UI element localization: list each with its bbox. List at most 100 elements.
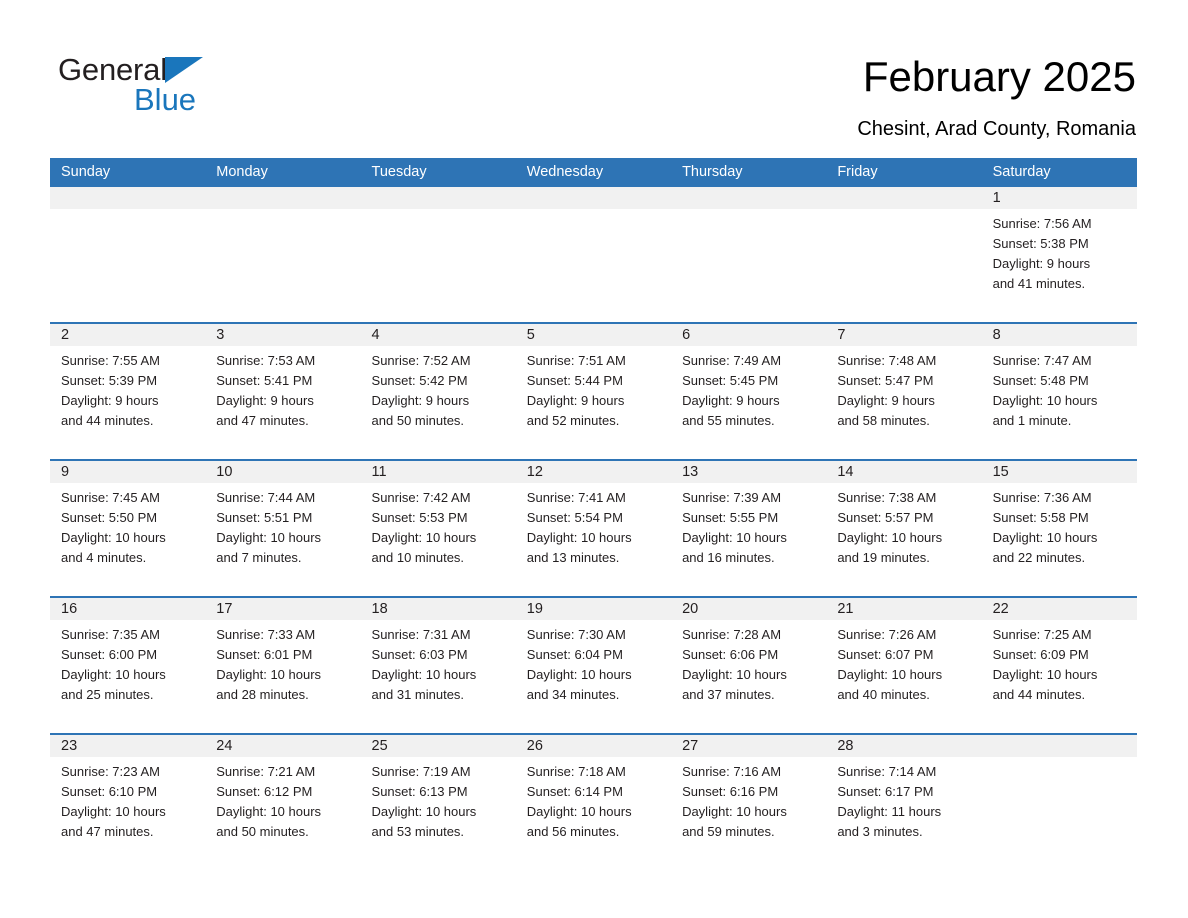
daylight-text-line1: Daylight: 9 hours bbox=[61, 393, 159, 408]
day-number: 3 bbox=[205, 324, 361, 346]
calendar-day-cell[interactable]: 22 Sunrise: 7:25 AM Sunset: 6:09 PM Dayligh… bbox=[981, 598, 1137, 733]
daylight-text-line1: Daylight: 9 hours bbox=[682, 393, 780, 408]
calendar-day-cell[interactable]: 11 Sunrise: 7:42 AM Sunset: 5:53 PM Dayligh… bbox=[360, 461, 516, 596]
calendar-day-cell-empty bbox=[515, 187, 672, 322]
day-number: 21 bbox=[826, 598, 982, 620]
sunset-text: Sunset: 5:44 PM bbox=[526, 373, 623, 388]
daylight-text-line1: Daylight: 9 hours bbox=[216, 393, 314, 408]
daylight-text-line2: and 50 minutes. bbox=[216, 824, 309, 839]
daylight-text-line1: Daylight: 10 hours bbox=[61, 530, 166, 545]
sunset-text: Sunset: 5:50 PM bbox=[61, 510, 158, 525]
calendar-day-cell[interactable]: 15 Sunrise: 7:36 AM Sunset: 5:58 PM Dayligh… bbox=[981, 461, 1137, 596]
sunrise-text: Sunrise: 7:41 AM bbox=[526, 490, 626, 505]
daylight-text-line2: and 56 minutes. bbox=[526, 824, 620, 839]
daylight-text-line2: and 28 minutes. bbox=[216, 687, 309, 702]
calendar-day-cell[interactable]: 6 Sunrise: 7:49 AM Sunset: 5:45 PM Daylight… bbox=[671, 324, 827, 459]
daylight-text-line2: and 55 minutes. bbox=[682, 413, 775, 428]
day-number: 20 bbox=[671, 598, 827, 620]
daylight-text-line2: and 50 minutes. bbox=[371, 413, 465, 428]
sunrise-text: Sunrise: 7:36 AM bbox=[992, 490, 1092, 505]
calendar-week-row: 9 Sunrise: 7:45 AM Sunset: 5:50 PM Daylight… bbox=[50, 459, 1137, 596]
calendar-day-cell[interactable]: 17 Sunrise: 7:33 AM Sunset: 6:01 PM Dayligh… bbox=[205, 598, 361, 733]
sunset-text: Sunset: 5:55 PM bbox=[682, 510, 779, 525]
daylight-text-line1: Daylight: 10 hours bbox=[992, 667, 1098, 682]
sunset-text: Sunset: 6:03 PM bbox=[371, 647, 468, 662]
day-number: 27 bbox=[671, 735, 827, 757]
daylight-text-line1: Daylight: 10 hours bbox=[837, 530, 943, 545]
day-details: Sunrise: 7:38 AM Sunset: 5:57 PM Daylight:… bbox=[826, 483, 981, 568]
calendar-day-cell[interactable]: 24 Sunrise: 7:21 AM Sunset: 6:12 PM Dayligh… bbox=[205, 735, 361, 870]
calendar-day-cell[interactable]: 7 Sunrise: 7:48 AM Sunset: 5:47 PM Daylight… bbox=[826, 324, 982, 459]
day-number bbox=[360, 187, 516, 209]
calendar-day-cell[interactable]: 3 Sunrise: 7:53 AM Sunset: 5:41 PM Daylight… bbox=[205, 324, 361, 459]
calendar-day-cell[interactable]: 27 Sunrise: 7:16 AM Sunset: 6:16 PM Dayligh… bbox=[671, 735, 827, 870]
sunrise-text: Sunrise: 7:44 AM bbox=[216, 490, 316, 505]
sunrise-text: Sunrise: 7:53 AM bbox=[216, 353, 316, 368]
sunrise-text: Sunrise: 7:26 AM bbox=[837, 627, 937, 642]
calendar-day-cell[interactable]: 14 Sunrise: 7:38 AM Sunset: 5:57 PM Dayligh… bbox=[826, 461, 982, 596]
sunrise-text: Sunrise: 7:42 AM bbox=[371, 490, 471, 505]
calendar-week-row: 2 Sunrise: 7:55 AM Sunset: 5:39 PM Daylight… bbox=[50, 322, 1137, 459]
daylight-text-line1: Daylight: 10 hours bbox=[216, 530, 322, 545]
calendar-day-cell[interactable]: 28 Sunrise: 7:14 AM Sunset: 6:17 PM Dayligh… bbox=[826, 735, 982, 870]
day-number: 13 bbox=[671, 461, 827, 483]
calendar-day-cell[interactable]: 25 Sunrise: 7:19 AM Sunset: 6:13 PM Dayligh… bbox=[360, 735, 516, 870]
daylight-text-line2: and 31 minutes. bbox=[371, 687, 465, 702]
calendar-day-cell[interactable]: 20 Sunrise: 7:28 AM Sunset: 6:06 PM Dayligh… bbox=[671, 598, 827, 733]
calendar-day-cell[interactable]: 19 Sunrise: 7:30 AM Sunset: 6:04 PM Dayligh… bbox=[515, 598, 672, 733]
day-number: 14 bbox=[826, 461, 982, 483]
daylight-text-line1: Daylight: 10 hours bbox=[682, 530, 787, 545]
logo-triangle-icon bbox=[164, 57, 203, 83]
day-number: 18 bbox=[360, 598, 516, 620]
calendar-day-cell-empty bbox=[360, 187, 516, 322]
day-number: 2 bbox=[50, 324, 206, 346]
calendar-day-cell[interactable]: 18 Sunrise: 7:31 AM Sunset: 6:03 PM Dayligh… bbox=[360, 598, 516, 733]
daylight-text-line2: and 10 minutes. bbox=[371, 550, 465, 565]
sunset-text: Sunset: 6:10 PM bbox=[61, 784, 158, 799]
calendar-weeks: 1 Sunrise: 7:56 AM Sunset: 5:38 PM Daylight… bbox=[50, 187, 1137, 870]
daylight-text-line2: and 52 minutes. bbox=[526, 413, 620, 428]
calendar-day-cell[interactable]: 4 Sunrise: 7:52 AM Sunset: 5:42 PM Daylight… bbox=[360, 324, 516, 459]
day-details: Sunrise: 7:36 AM Sunset: 5:58 PM Daylight:… bbox=[982, 483, 1137, 568]
daylight-text-line1: Daylight: 10 hours bbox=[526, 667, 632, 682]
calendar-day-cell[interactable]: 5 Sunrise: 7:51 AM Sunset: 5:44 PM Daylight… bbox=[515, 324, 672, 459]
calendar-day-cell[interactable]: 16 Sunrise: 7:35 AM Sunset: 6:00 PM Dayligh… bbox=[50, 598, 206, 733]
sunrise-text: Sunrise: 7:28 AM bbox=[682, 627, 782, 642]
calendar-day-cell[interactable]: 12 Sunrise: 7:41 AM Sunset: 5:54 PM Dayligh… bbox=[515, 461, 672, 596]
calendar-day-cell-empty bbox=[50, 187, 206, 322]
calendar-day-cell[interactable]: 9 Sunrise: 7:45 AM Sunset: 5:50 PM Daylight… bbox=[50, 461, 206, 596]
generalblue-logo[interactable]: General Blue bbox=[58, 52, 318, 122]
sunrise-text: Sunrise: 7:35 AM bbox=[61, 627, 160, 642]
calendar-day-cell[interactable]: 23 Sunrise: 7:23 AM Sunset: 6:10 PM Dayligh… bbox=[50, 735, 206, 870]
calendar-day-cell[interactable]: 13 Sunrise: 7:39 AM Sunset: 5:55 PM Dayligh… bbox=[671, 461, 827, 596]
sunset-text: Sunset: 5:45 PM bbox=[682, 373, 779, 388]
daylight-text-line2: and 3 minutes. bbox=[837, 824, 923, 839]
day-details: Sunrise: 7:52 AM Sunset: 5:42 PM Daylight:… bbox=[361, 346, 516, 431]
day-details: Sunrise: 7:35 AM Sunset: 6:00 PM Daylight:… bbox=[50, 620, 205, 705]
calendar-day-cell[interactable]: 1 Sunrise: 7:56 AM Sunset: 5:38 PM Daylight… bbox=[981, 187, 1137, 322]
sunrise-text: Sunrise: 7:21 AM bbox=[216, 764, 316, 779]
calendar-day-cell[interactable]: 21 Sunrise: 7:26 AM Sunset: 6:07 PM Dayligh… bbox=[826, 598, 982, 733]
daylight-text-line1: Daylight: 10 hours bbox=[61, 804, 166, 819]
sunrise-text: Sunrise: 7:30 AM bbox=[526, 627, 626, 642]
day-details: Sunrise: 7:56 AM Sunset: 5:38 PM Daylight:… bbox=[982, 209, 1137, 294]
daylight-text-line1: Daylight: 9 hours bbox=[371, 393, 470, 408]
day-number: 6 bbox=[671, 324, 827, 346]
calendar-day-cell[interactable]: 26 Sunrise: 7:18 AM Sunset: 6:14 PM Dayligh… bbox=[515, 735, 672, 870]
day-details: Sunrise: 7:23 AM Sunset: 6:10 PM Daylight:… bbox=[50, 757, 205, 842]
sunrise-text: Sunrise: 7:25 AM bbox=[992, 627, 1092, 642]
sunrise-text: Sunrise: 7:47 AM bbox=[992, 353, 1092, 368]
sunrise-text: Sunrise: 7:31 AM bbox=[371, 627, 471, 642]
daylight-text-line1: Daylight: 10 hours bbox=[61, 667, 166, 682]
day-number bbox=[205, 187, 361, 209]
daylight-text-line1: Daylight: 11 hours bbox=[837, 804, 942, 819]
daylight-text-line2: and 58 minutes. bbox=[837, 413, 930, 428]
sunset-text: Sunset: 6:16 PM bbox=[682, 784, 779, 799]
calendar-day-cell[interactable]: 10 Sunrise: 7:44 AM Sunset: 5:51 PM Dayligh… bbox=[205, 461, 361, 596]
calendar-day-cell[interactable]: 8 Sunrise: 7:47 AM Sunset: 5:48 PM Daylight… bbox=[981, 324, 1137, 459]
day-number: 15 bbox=[981, 461, 1137, 483]
day-number: 5 bbox=[515, 324, 672, 346]
sunset-text: Sunset: 5:54 PM bbox=[526, 510, 623, 525]
calendar-day-cell[interactable]: 2 Sunrise: 7:55 AM Sunset: 5:39 PM Daylight… bbox=[50, 324, 206, 459]
daylight-text-line1: Daylight: 10 hours bbox=[992, 530, 1098, 545]
